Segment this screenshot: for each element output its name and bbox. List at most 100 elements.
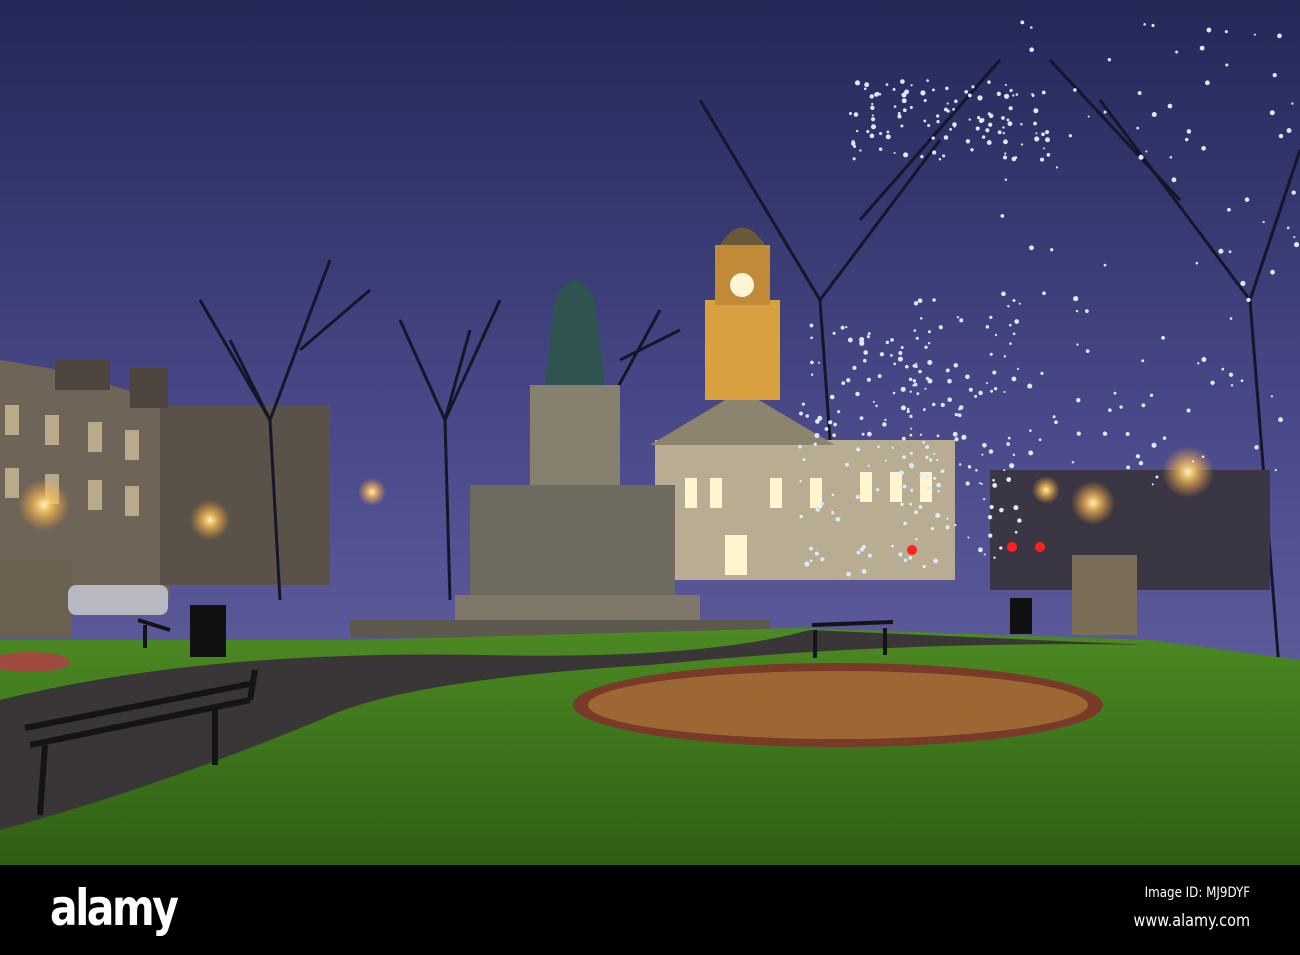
fairy-light (954, 523, 957, 527)
fairy-light (1003, 391, 1006, 394)
fairy-light (993, 556, 996, 559)
fairy-light (1071, 461, 1075, 464)
fairy-light (920, 90, 926, 96)
fairy-light (900, 405, 906, 411)
fairy-light (1253, 33, 1256, 36)
fairy-light (1031, 94, 1035, 97)
fairy-light (1277, 33, 1282, 39)
fairy-light (1286, 128, 1292, 134)
fairy-light (1141, 359, 1145, 363)
fairy-light (932, 88, 935, 92)
fairy-light (1000, 214, 1005, 218)
fairy-light (1017, 518, 1022, 523)
fairy-light (926, 79, 929, 82)
fairy-light (799, 411, 803, 416)
fairy-light (913, 382, 918, 387)
fairy-light (1054, 420, 1058, 425)
fairy-light (1262, 220, 1265, 224)
image-id: Image ID: MJ9DYF (1144, 885, 1250, 901)
site-url[interactable]: www.alamy.com (1134, 911, 1250, 931)
fairy-light (1007, 436, 1011, 440)
fairy-light (1230, 384, 1234, 387)
fairy-light (870, 124, 877, 130)
fairy-light (994, 333, 998, 337)
fairy-light (1270, 395, 1274, 398)
fairy-light (940, 402, 945, 408)
fairy-light (855, 391, 860, 397)
fairy-light (925, 455, 929, 459)
fairy-light (916, 392, 920, 396)
parked-car (68, 585, 168, 615)
fairy-light (908, 377, 913, 382)
fairy-light (918, 369, 922, 374)
fairy-light (902, 484, 907, 489)
fairy-light (852, 365, 857, 370)
fairy-light (1002, 131, 1005, 135)
fairy-light (1119, 405, 1123, 409)
fairy-light (817, 415, 823, 421)
fairy-light (1020, 123, 1023, 126)
fairy-light (999, 546, 1003, 550)
fairy-light (1171, 177, 1177, 183)
fairy-light (909, 106, 913, 110)
fairy-light (866, 335, 870, 339)
fairy-light (878, 147, 883, 151)
fairy-light (1001, 291, 1006, 297)
fairy-light (852, 157, 856, 161)
fairy-light (1041, 90, 1046, 95)
fairy-light (1125, 432, 1130, 437)
fairy-light (864, 82, 870, 88)
fairy-light (898, 350, 903, 355)
fairy-light (986, 140, 992, 145)
fairy-light (1227, 207, 1231, 212)
fairy-light (1225, 63, 1229, 67)
fairy-light (927, 124, 931, 128)
fairy-light (954, 99, 958, 104)
fairy-light (981, 135, 986, 139)
fairy-light (814, 551, 819, 556)
fairy-light (901, 436, 906, 441)
fairy-light (871, 102, 874, 106)
fairy-light (863, 87, 867, 91)
fairy-light (1006, 442, 1010, 446)
fairy-light (1191, 460, 1195, 463)
photograph (0, 0, 1300, 865)
fairy-light (809, 323, 814, 328)
fairy-light (965, 374, 970, 380)
fairy-light (1001, 116, 1005, 120)
fairy-light (908, 463, 915, 469)
fairy-light (907, 407, 910, 411)
fairy-light (908, 555, 913, 560)
fairy-light (1155, 475, 1159, 479)
fairy-light (1151, 483, 1154, 486)
fairy-light (945, 525, 950, 530)
fairy-light (1029, 245, 1034, 251)
fairy-light (1012, 453, 1016, 457)
alamy-logo[interactable]: alamy (50, 879, 179, 937)
fairy-light (872, 400, 875, 403)
fairy-light (805, 414, 809, 418)
fairy-light (1149, 393, 1154, 397)
fairy-light (1052, 415, 1056, 419)
fairy-light (915, 336, 919, 340)
fairy-light (988, 122, 993, 127)
fairy-light (1240, 280, 1246, 287)
fairy-light (1103, 110, 1107, 114)
fairy-light (856, 129, 859, 133)
fairy-light (833, 422, 837, 427)
fairy-light (1020, 20, 1025, 25)
fairy-light (924, 387, 927, 390)
fairy-light (910, 488, 914, 492)
fairy-light (1138, 461, 1144, 466)
fairy-light (861, 569, 867, 574)
fairy-light (1016, 367, 1020, 370)
fairy-light (1278, 133, 1284, 139)
fairy-light (1012, 298, 1016, 302)
fairy-light (1007, 305, 1010, 308)
fairy-light (966, 140, 970, 144)
fairy-light (992, 483, 998, 488)
fairy-light (1003, 139, 1008, 145)
fairy-light (933, 558, 938, 564)
fairy-light (804, 561, 810, 567)
fairy-light (1013, 505, 1019, 511)
